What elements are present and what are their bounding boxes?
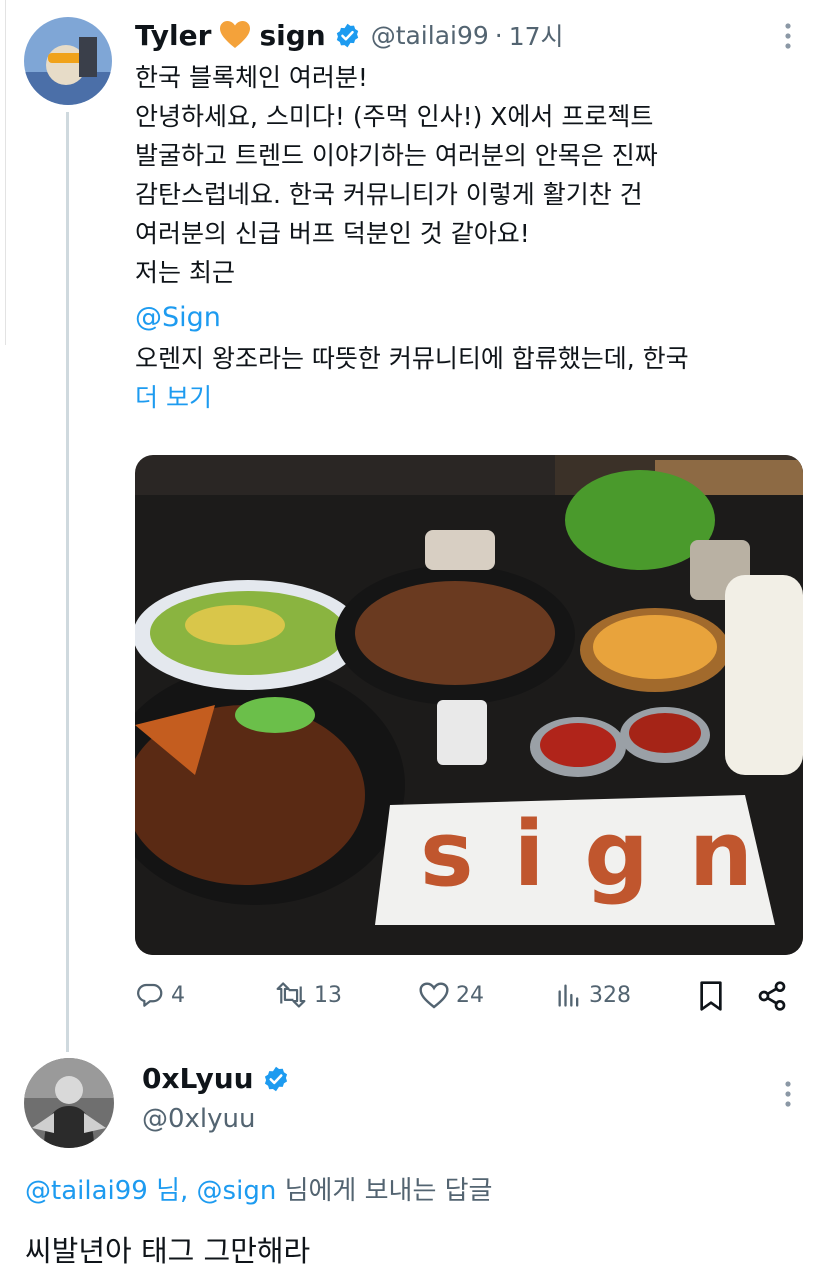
reply-action[interactable]: 4 [135,980,185,1010]
tweet-body-line: 감탄스럽네요. 한국 커뮤니티가 이렇게 활기찬 건 [135,180,643,209]
like-action[interactable]: 24 [418,980,484,1010]
author-handle[interactable]: @tailai99 [371,21,489,50]
author-avatar[interactable] [24,17,112,105]
sign-mention-link[interactable]: @Sign [135,298,805,337]
orange-heart-icon [219,20,251,50]
tweet-body-line: 안녕하세요, 스미다! (주먹 인사!) X에서 프로젝트 [135,102,654,131]
tweet-photo[interactable]: sign [135,455,803,955]
tweet-body: 한국 블록체인 여러분! 안녕하세요, 스미다! (주먹 인사!) X에서 프로… [135,58,805,417]
repost-count: 13 [314,982,342,1008]
replying-to-mention-tailai99[interactable]: @tailai99 [25,1176,148,1206]
views-chart-icon [555,980,583,1010]
repost-icon [274,980,308,1010]
replying-to-word: 님, [156,1176,189,1206]
reply-author-name[interactable]: 0xLyuu [142,1062,254,1095]
show-more-link[interactable]: 더 보기 [135,378,805,417]
photo-sign-text: sign [420,802,793,907]
tweet-header: Tyler sign @tailai99 · 17시 [135,14,564,56]
header-separator: · [494,20,503,50]
reply-count: 4 [171,982,185,1008]
reply-more-options-icon[interactable] [778,1080,798,1108]
reply-author-handle[interactable]: @0xlyuu [142,1104,256,1134]
thread-connector-line [66,112,69,1052]
views-action[interactable]: 328 [555,980,631,1010]
replying-to-line: @tailai99 님, @sign 님에게 보내는 답글 [25,1170,492,1207]
tweet-more-options-icon[interactable] [778,22,798,50]
reply-author-avatar[interactable] [24,1058,114,1148]
replying-to-mention-sign[interactable]: @sign [197,1176,277,1206]
repost-action[interactable]: 13 [274,980,342,1010]
reply-text: 씨발년아 태그 그만해라 [25,1234,311,1268]
verified-badge-icon [262,1065,290,1093]
bookmark-icon[interactable] [697,980,725,1016]
reply-icon [135,980,165,1010]
like-heart-icon [418,980,450,1010]
tweet-body-line: 저는 최근 [135,258,235,287]
verified-badge-icon [334,22,361,49]
replying-to-suffix: 님에게 보내는 답글 [284,1176,493,1206]
author-name-second[interactable]: sign [259,19,325,52]
views-count: 328 [589,982,631,1008]
reply-header: 0xLyuu [142,1062,290,1095]
author-name-first[interactable]: Tyler [135,19,211,52]
tweet-body-line: 한국 블록체인 여러분! [135,63,368,92]
share-icon[interactable] [756,980,788,1016]
tweet-timestamp[interactable]: 17시 [509,17,564,53]
tweet-body-line: 오렌지 왕조라는 따뜻한 커뮤니티에 합류했는데, 한국 [135,344,689,373]
left-panel-edge [0,0,6,345]
tweet-body-line: 발굴하고 트렌드 이야기하는 여러분의 안목은 진짜 [135,141,658,170]
tweet-body-line: 여러분의 신급 버프 덕분인 것 같아요! [135,219,530,248]
like-count: 24 [456,982,484,1008]
